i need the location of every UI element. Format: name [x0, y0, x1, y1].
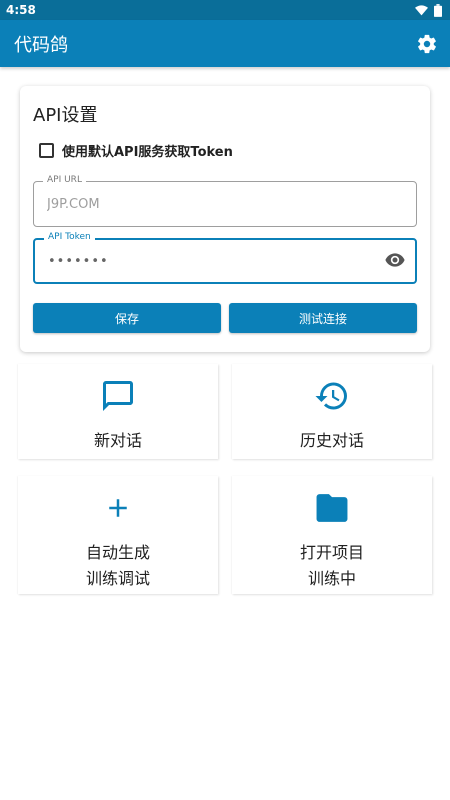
app-title: 代码鸽	[14, 34, 68, 56]
tile-label-line2: 训练中	[307, 569, 356, 588]
api-url-input[interactable]	[47, 182, 377, 226]
api-token-input[interactable]	[48, 240, 378, 282]
checkbox-label: 使用默认API服务获取Token	[62, 145, 233, 160]
api-token-field[interactable]: API Token	[33, 232, 417, 284]
history-chat-tile[interactable]: 历史对话	[232, 364, 432, 459]
api-settings-card: API设置 使用默认API服务获取Token API URL API Token…	[20, 86, 430, 352]
settings-button[interactable]	[414, 31, 440, 57]
toggle-visibility-button[interactable]	[385, 252, 407, 270]
status-icons	[415, 3, 442, 17]
tile-label: 历史对话	[299, 431, 364, 450]
tile-label-line2: 训练调试	[85, 569, 150, 588]
open-project-tile[interactable]: 打开项目 训练中	[232, 476, 432, 594]
card-title: API设置	[33, 105, 98, 126]
tile-label: 新对话	[93, 431, 142, 450]
plus-icon	[109, 499, 127, 517]
new-chat-tile[interactable]: 新对话	[18, 364, 218, 459]
eye-icon	[385, 253, 405, 267]
wifi-icon	[415, 4, 428, 15]
status-bar: 4:58	[0, 0, 450, 20]
tile-icon-wrap	[103, 490, 133, 526]
app-bar: 代码鸽	[0, 20, 450, 67]
checkbox-box[interactable]	[39, 143, 54, 158]
chat-bubble-icon	[103, 381, 133, 411]
tile-label-line1: 打开项目	[299, 543, 364, 562]
save-button[interactable]: 保存	[33, 303, 221, 333]
use-default-api-checkbox[interactable]: 使用默认API服务获取Token	[39, 141, 233, 160]
api-url-field[interactable]: API URL	[33, 175, 417, 227]
gear-icon	[418, 34, 436, 53]
tile-label-line1: 自动生成	[85, 543, 150, 562]
battery-icon	[434, 3, 442, 17]
auto-generate-tile[interactable]: 自动生成 训练调试	[18, 476, 218, 594]
tile-icon-wrap	[313, 378, 351, 414]
tile-icon-wrap	[100, 378, 136, 414]
folder-icon	[316, 494, 348, 522]
tile-icon-wrap	[313, 490, 351, 526]
history-icon	[315, 382, 347, 410]
status-time: 4:58	[6, 3, 36, 17]
test-connection-button[interactable]: 测试连接	[229, 303, 417, 333]
